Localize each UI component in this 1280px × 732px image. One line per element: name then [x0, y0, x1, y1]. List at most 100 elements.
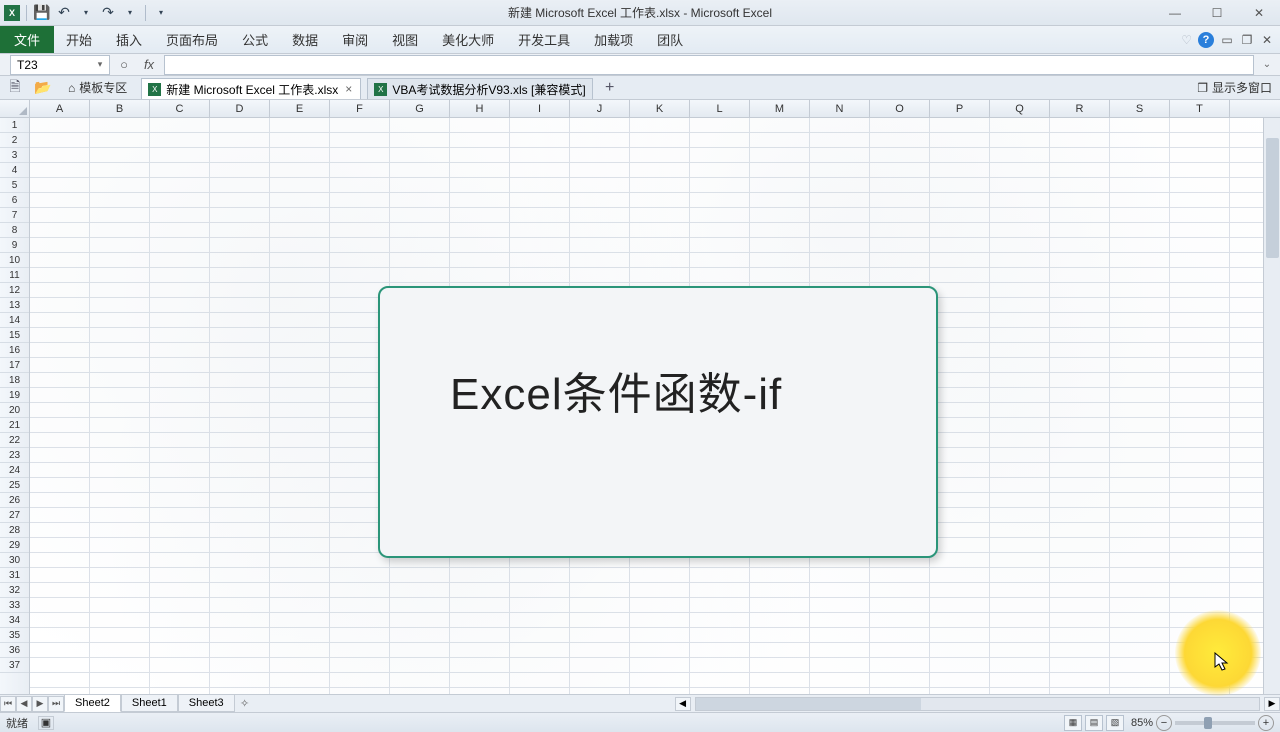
new-doc-icon[interactable]: 🗎	[4, 78, 26, 98]
col-header[interactable]: E	[270, 100, 330, 117]
ribbon-restore-icon[interactable]: ❐	[1240, 33, 1254, 47]
vscroll-thumb[interactable]	[1266, 138, 1279, 258]
formula-expand-icon[interactable]: ⌄	[1258, 59, 1276, 70]
hscroll-left-icon[interactable]: ◀	[675, 697, 691, 711]
window-minimize-button[interactable]: —	[1154, 0, 1196, 26]
template-zone-button[interactable]: ⌂ 模板专区	[60, 79, 135, 96]
fx-icon[interactable]: fx	[138, 57, 160, 72]
ribbon-tab-formula[interactable]: 公式	[230, 26, 280, 53]
zoom-in-icon[interactable]: +	[1258, 715, 1274, 731]
row-header[interactable]: 16	[0, 343, 29, 358]
hscroll-thumb[interactable]	[696, 698, 921, 710]
cells-region[interactable]: Excel条件函数-if	[30, 118, 1280, 694]
row-header[interactable]: 36	[0, 643, 29, 658]
ribbon-file-tab[interactable]: 文件	[0, 26, 54, 53]
doctab-active[interactable]: X 新建 Microsoft Excel 工作表.xlsx ×	[141, 78, 361, 99]
col-header[interactable]: B	[90, 100, 150, 117]
row-header[interactable]: 10	[0, 253, 29, 268]
col-header[interactable]: J	[570, 100, 630, 117]
col-header[interactable]: O	[870, 100, 930, 117]
row-header[interactable]: 17	[0, 358, 29, 373]
qat-redo-dropdown-icon[interactable]: ▾	[121, 4, 139, 22]
row-header[interactable]: 37	[0, 658, 29, 673]
formula-input[interactable]	[164, 55, 1254, 75]
col-header[interactable]: H	[450, 100, 510, 117]
row-header[interactable]: 19	[0, 388, 29, 403]
vertical-scrollbar[interactable]	[1263, 118, 1280, 694]
row-header[interactable]: 12	[0, 283, 29, 298]
ribbon-tab-review[interactable]: 审阅	[330, 26, 380, 53]
row-header[interactable]: 23	[0, 448, 29, 463]
row-header[interactable]: 33	[0, 598, 29, 613]
favorite-icon[interactable]: ♡	[1181, 33, 1192, 47]
textbox-shape[interactable]: Excel条件函数-if	[378, 286, 938, 558]
sheet-nav-prev-icon[interactable]: ◀	[16, 696, 32, 712]
col-header[interactable]: C	[150, 100, 210, 117]
window-maximize-button[interactable]: ☐	[1196, 0, 1238, 26]
sheet-nav-first-icon[interactable]: ⏮	[0, 696, 16, 712]
row-header[interactable]: 3	[0, 148, 29, 163]
col-header[interactable]: D	[210, 100, 270, 117]
row-header[interactable]: 28	[0, 523, 29, 538]
view-pagebreak-icon[interactable]: ▧	[1106, 715, 1124, 731]
app-excel-icon[interactable]: X	[4, 5, 20, 21]
row-header[interactable]: 29	[0, 538, 29, 553]
view-normal-icon[interactable]: ▦	[1064, 715, 1082, 731]
zoom-out-icon[interactable]: −	[1156, 715, 1172, 731]
zoom-level[interactable]: 85%	[1131, 717, 1153, 729]
horizontal-scrollbar[interactable]	[695, 697, 1260, 711]
window-close-button[interactable]: ✕	[1238, 0, 1280, 26]
col-header[interactable]: I	[510, 100, 570, 117]
row-header[interactable]: 20	[0, 403, 29, 418]
select-all-corner[interactable]	[0, 100, 30, 117]
ribbon-tab-team[interactable]: 团队	[645, 26, 695, 53]
col-header[interactable]: A	[30, 100, 90, 117]
row-header[interactable]: 22	[0, 433, 29, 448]
row-header[interactable]: 8	[0, 223, 29, 238]
ribbon-tab-addins[interactable]: 加载项	[582, 26, 645, 53]
sheet-tab[interactable]: Sheet3	[178, 695, 235, 712]
row-header[interactable]: 18	[0, 373, 29, 388]
ribbon-minimize-icon[interactable]: ▭	[1220, 33, 1234, 47]
col-header[interactable]: Q	[990, 100, 1050, 117]
qat-undo-icon[interactable]: ↶	[55, 4, 73, 22]
ribbon-tab-home[interactable]: 开始	[54, 26, 104, 53]
sheet-nav-next-icon[interactable]: ▶	[32, 696, 48, 712]
row-header[interactable]: 5	[0, 178, 29, 193]
zoom-slider-handle[interactable]	[1204, 717, 1212, 729]
open-doc-icon[interactable]: 📂	[32, 78, 54, 98]
col-header[interactable]: L	[690, 100, 750, 117]
col-header[interactable]: R	[1050, 100, 1110, 117]
col-header[interactable]: F	[330, 100, 390, 117]
row-header[interactable]: 11	[0, 268, 29, 283]
col-header[interactable]: M	[750, 100, 810, 117]
help-icon[interactable]: ?	[1198, 32, 1214, 48]
cancel-formula-icon[interactable]: ○	[116, 57, 132, 72]
ribbon-tab-layout[interactable]: 页面布局	[154, 26, 230, 53]
col-header[interactable]: T	[1170, 100, 1230, 117]
name-box[interactable]: T23 ▾	[10, 55, 110, 75]
col-header[interactable]: N	[810, 100, 870, 117]
view-pagelayout-icon[interactable]: ▤	[1085, 715, 1103, 731]
row-header[interactable]: 15	[0, 328, 29, 343]
ribbon-tab-data[interactable]: 数据	[280, 26, 330, 53]
row-header[interactable]: 27	[0, 508, 29, 523]
ribbon-tab-view[interactable]: 视图	[380, 26, 430, 53]
hscroll-right-icon[interactable]: ▶	[1264, 697, 1280, 711]
col-header[interactable]: P	[930, 100, 990, 117]
ribbon-tab-beautify[interactable]: 美化大师	[430, 26, 506, 53]
ribbon-tab-developer[interactable]: 开发工具	[506, 26, 582, 53]
qat-undo-dropdown-icon[interactable]: ▾	[77, 4, 95, 22]
zoom-slider[interactable]	[1175, 721, 1255, 725]
row-header[interactable]: 9	[0, 238, 29, 253]
row-header[interactable]: 30	[0, 553, 29, 568]
grid-area[interactable]: 1234567891011121314151617181920212223242…	[0, 118, 1280, 694]
col-header[interactable]: G	[390, 100, 450, 117]
row-header[interactable]: 2	[0, 133, 29, 148]
col-header[interactable]: S	[1110, 100, 1170, 117]
sheet-tab[interactable]: Sheet1	[121, 695, 178, 712]
row-header[interactable]: 13	[0, 298, 29, 313]
row-header[interactable]: 32	[0, 583, 29, 598]
row-header[interactable]: 7	[0, 208, 29, 223]
row-header[interactable]: 21	[0, 418, 29, 433]
